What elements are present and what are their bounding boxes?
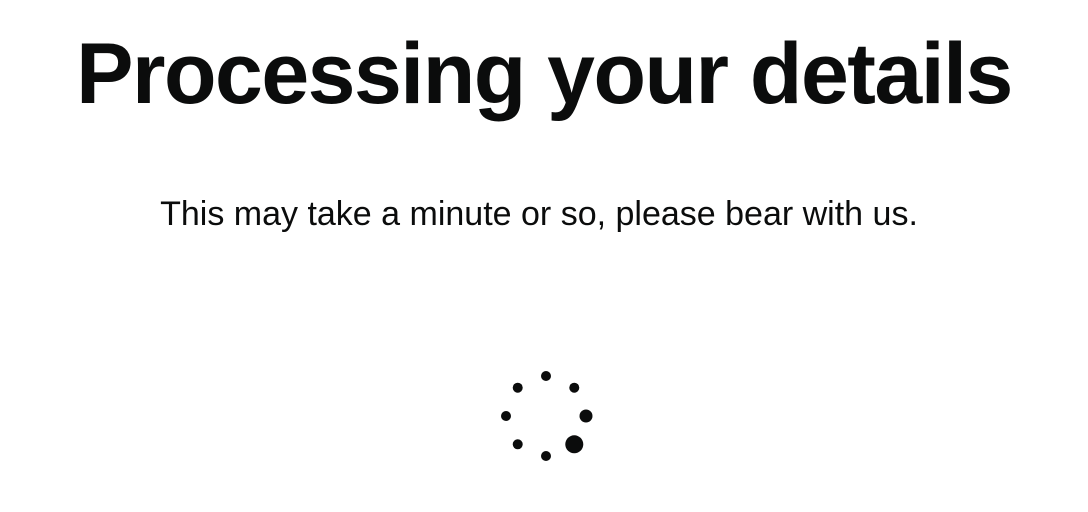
processing-page: Processing your details This may take a … [0,0,1088,512]
spinner-dot [512,382,523,393]
spinner-dot [541,371,551,381]
page-title: Processing your details [76,26,1013,122]
spinner-dot [569,382,580,393]
spinner-dot [579,409,593,423]
spinner-dot [565,435,584,454]
status-message: This may take a minute or so, please bea… [160,195,918,233]
loading-spinner-icon [497,367,595,465]
spinner-dot [541,451,551,461]
spinner-dot [501,411,511,421]
spinner-dot [512,439,523,450]
